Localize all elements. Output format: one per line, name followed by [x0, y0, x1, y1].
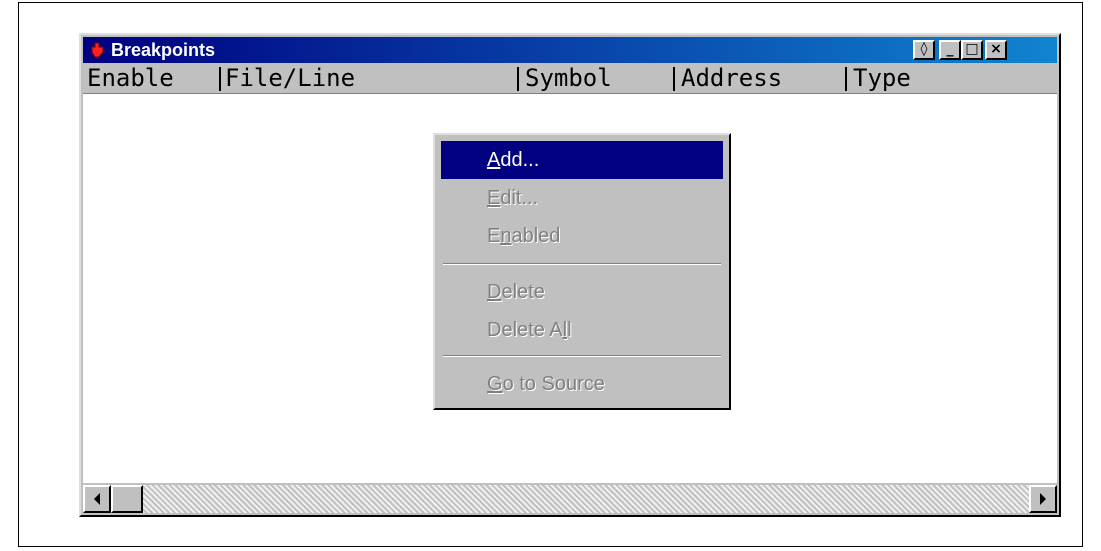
menu-item-go-to-source[interactable]: Go to Source	[441, 365, 723, 403]
figure-frame: Breakpoints ◊ _ □ × Enable File/Line Sym…	[18, 2, 1083, 547]
scroll-right-button[interactable]	[1029, 485, 1057, 513]
column-file-line[interactable]: File/Line	[225, 65, 355, 93]
column-enable[interactable]: Enable	[87, 65, 174, 93]
scroll-left-button[interactable]	[83, 485, 111, 513]
menu-item-add[interactable]: Add...	[441, 141, 723, 179]
scroll-thumb[interactable]	[111, 485, 143, 513]
menu-item-delete-all[interactable]: Delete All	[441, 311, 723, 349]
context-menu: Add... Edit... Enabled Delete Delete All…	[433, 133, 731, 410]
restore-button[interactable]: ◊	[913, 40, 935, 60]
column-symbol[interactable]: Symbol	[525, 65, 612, 93]
menu-item-enabled[interactable]: Enabled	[441, 217, 723, 255]
window-title: Breakpoints	[111, 40, 216, 60]
column-type[interactable]: Type	[853, 65, 911, 93]
column-separator[interactable]	[845, 67, 847, 91]
close-button[interactable]: ×	[985, 40, 1007, 60]
minimize-button[interactable]: _	[939, 40, 961, 60]
column-header: Enable File/Line Symbol Address Type	[83, 65, 1057, 94]
menu-item-delete[interactable]: Delete	[441, 273, 723, 311]
maximize-button[interactable]: □	[961, 40, 983, 60]
horizontal-scrollbar[interactable]	[83, 485, 1057, 513]
column-separator[interactable]	[219, 67, 221, 91]
scroll-left-icon	[94, 493, 100, 505]
column-address[interactable]: Address	[681, 65, 782, 93]
menu-separator	[443, 355, 721, 357]
scroll-right-icon	[1040, 493, 1046, 505]
column-separator[interactable]	[673, 67, 675, 91]
breakpoint-app-icon	[91, 42, 104, 58]
menu-item-edit[interactable]: Edit...	[441, 179, 723, 217]
title-bar[interactable]: Breakpoints ◊ _ □ ×	[83, 37, 1057, 63]
column-separator[interactable]	[517, 67, 519, 91]
menu-separator	[443, 263, 721, 265]
